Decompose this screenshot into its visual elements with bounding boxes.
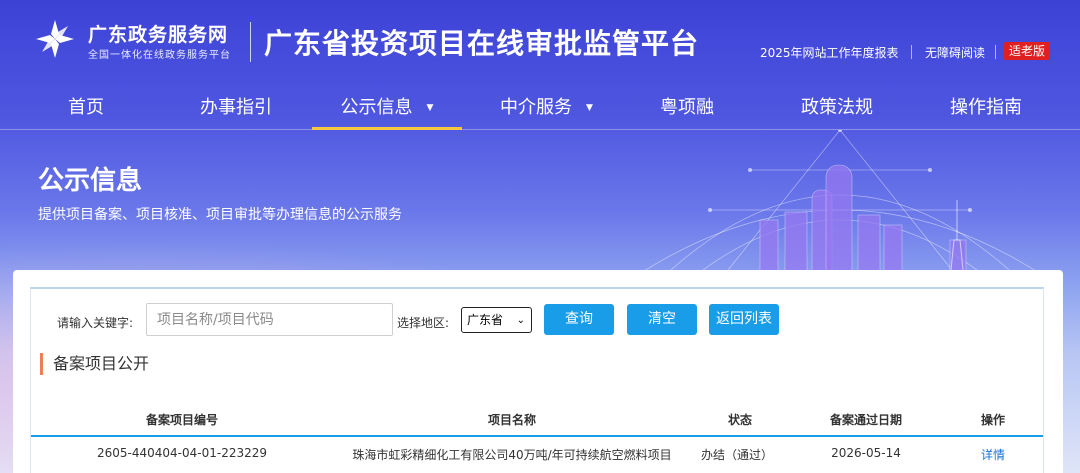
toplink-divider [911, 45, 912, 59]
table-header-divider [31, 435, 1043, 437]
nav-item-operation-guide[interactable]: 操作指南 [950, 86, 1022, 130]
nav-label: 政策法规 [801, 97, 873, 118]
annual-report-link[interactable]: 2025年网站工作年度报表 [760, 44, 899, 61]
column-header-action: 操作 [980, 413, 1005, 427]
clear-button[interactable]: 清空 [627, 304, 697, 335]
cell-status: 办结（通过） [700, 448, 773, 462]
guangdong-gov-logo-icon[interactable] [34, 18, 76, 60]
query-button[interactable]: 查询 [544, 304, 614, 335]
cell-project-name: 珠海市虹彩精细化工有限公司40万吨/年可持续航空燃料项目 [352, 448, 672, 462]
brand-tagline: 全国一体化在线政务服务平台 [88, 50, 231, 61]
region-selected-value: 广东省 [467, 313, 504, 327]
main-nav: 首页 办事指引 公示信息 ▼ 中介服务 ▼ 粤项融 政策法规 操作指南 [0, 86, 1080, 130]
nav-label: 粤项融 [660, 97, 714, 118]
toplink-divider [995, 45, 996, 59]
column-header-date: 备案通过日期 [829, 413, 902, 427]
detail-link[interactable]: 详情 [975, 446, 1011, 463]
back-to-list-button[interactable]: 返回列表 [709, 304, 779, 335]
chevron-down-icon: ⌄ [516, 315, 525, 326]
elder-mode-button[interactable]: 适老版 [1004, 42, 1051, 60]
nav-item-public-info[interactable]: 公示信息 ▼ [312, 86, 462, 130]
platform-title: 广东省投资项目在线审批监管平台 [264, 27, 700, 60]
city-skyline-illustration [629, 130, 1051, 280]
nav-item-home[interactable]: 首页 [68, 86, 104, 130]
nav-item-yue-project-finance[interactable]: 粤项融 [660, 86, 714, 130]
nav-label: 首页 [68, 97, 104, 118]
nav-label: 中介服务 [500, 97, 572, 118]
column-header-code: 备案项目编号 [145, 413, 218, 427]
header-divider [250, 22, 251, 62]
page-subtitle: 提供项目备案、项目核准、项目审批等办理信息的公示服务 [38, 207, 402, 223]
nav-label: 办事指引 [200, 97, 272, 118]
caret-down-icon: ▼ [586, 103, 593, 113]
page-title: 公示信息 [38, 166, 143, 196]
accessibility-link[interactable]: 无障碍阅读 [925, 44, 985, 61]
keyword-label: 请输入关键字: [57, 316, 134, 330]
nav-label: 操作指南 [950, 97, 1022, 118]
caret-down-icon: ▼ [426, 103, 434, 113]
nav-item-policies[interactable]: 政策法规 [801, 86, 873, 130]
column-header-name: 项目名称 [487, 413, 536, 427]
nav-item-guide[interactable]: 办事指引 [200, 86, 272, 130]
keyword-search-input[interactable] [146, 303, 393, 336]
nav-item-agency-service[interactable]: 中介服务 ▼ [500, 86, 593, 130]
top-header: 广东政务服务网 全国一体化在线政务服务平台 广东省投资项目在线审批监管平台 20… [0, 0, 1080, 86]
cell-project-code: 2605-440404-04-01-223229 [96, 446, 267, 460]
region-label: 选择地区: [397, 316, 450, 330]
nav-label: 公示信息 [340, 97, 413, 118]
brand-name[interactable]: 广东政务服务网 [88, 20, 228, 47]
column-header-status: 状态 [727, 413, 752, 427]
cell-approval-date: 2026-05-14 [831, 446, 901, 460]
region-select[interactable]: 广东省 ⌄ [461, 307, 532, 333]
section-title: 备案项目公开 [40, 353, 149, 375]
